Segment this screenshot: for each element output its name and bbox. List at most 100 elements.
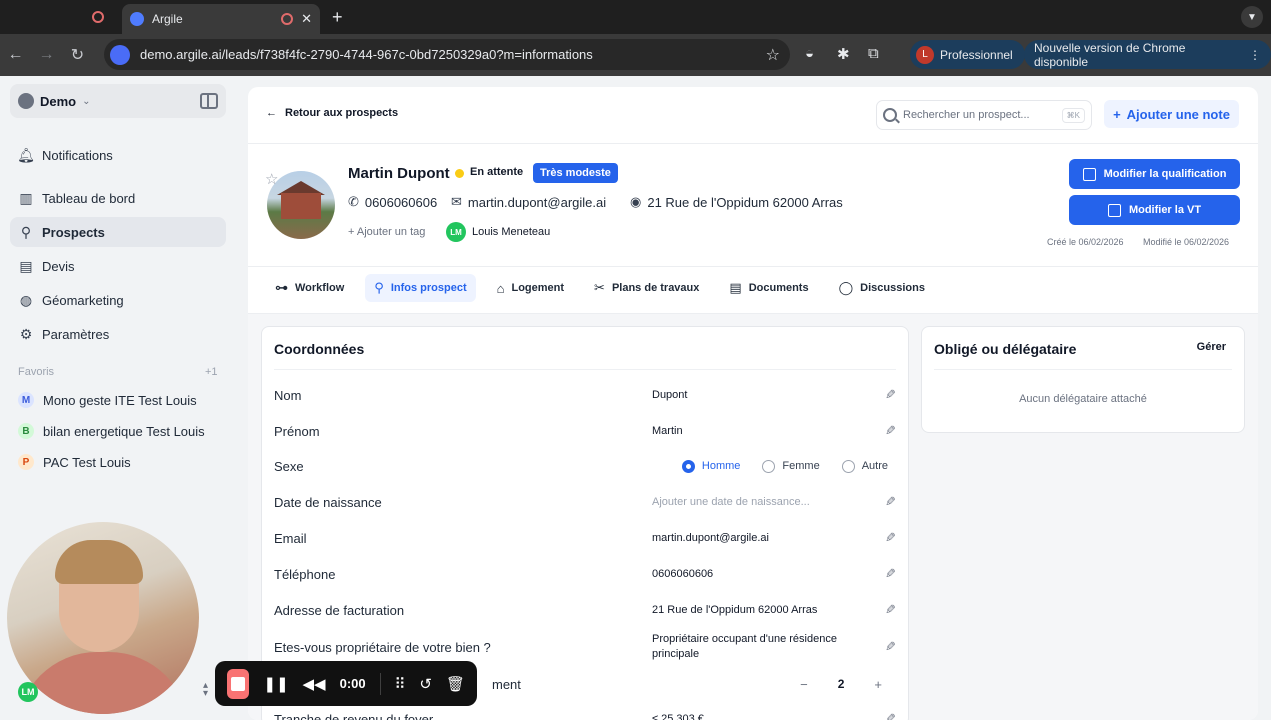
manage-delegataire-button[interactable]: Gérer xyxy=(1197,341,1226,353)
tab-discussions[interactable]: ◯ Discussions xyxy=(830,274,934,302)
pencil-icon[interactable]: ✎ xyxy=(885,602,896,618)
lead-status[interactable]: En attente xyxy=(470,166,523,178)
owner-name[interactable]: Louis Meneteau xyxy=(472,226,550,238)
stop-recording-button[interactable] xyxy=(227,668,250,699)
tab-infos-prospect[interactable]: ⚲ Infos prospect xyxy=(365,274,476,302)
sidebar-item-devis[interactable]: ▤ Devis xyxy=(10,251,226,281)
edit-vt-button[interactable]: Modifier la VT xyxy=(1069,195,1240,225)
close-tab-icon[interactable]: ✕ xyxy=(301,11,312,27)
argile-favicon-icon xyxy=(130,12,144,26)
email-value: martin.dupont@argile.ai xyxy=(467,194,607,210)
extensions-puzzle-icon[interactable]: ⧉ xyxy=(868,45,879,62)
new-tab-icon[interactable]: + xyxy=(332,7,343,28)
pencil-icon[interactable]: ✎ xyxy=(885,566,896,582)
radio-autre[interactable]: Autre xyxy=(841,459,888,473)
drag-handle-icon[interactable]: ⠿ xyxy=(394,675,405,693)
tab-documents[interactable]: ▤ Documents xyxy=(720,274,817,302)
favorite-star-icon[interactable]: ☆ xyxy=(265,170,278,188)
sidebar-toggle-icon[interactable] xyxy=(200,93,218,109)
app: Demo ⌄ 🔔︎ Notifications ▥ Tableau de bor… xyxy=(0,76,1271,720)
trash-icon[interactable]: 🗑︎ xyxy=(446,675,465,693)
tab-workflow[interactable]: ⊶ Workflow xyxy=(266,274,353,302)
add-tag-button[interactable]: + Ajouter un tag xyxy=(348,226,425,238)
back-arrow-icon[interactable]: ← xyxy=(0,46,31,64)
profile-button[interactable]: L Professionnel xyxy=(910,40,1025,69)
sidebar-item-dashboard[interactable]: ▥ Tableau de bord xyxy=(10,183,226,213)
extension-badge-icon[interactable]: ✱ xyxy=(837,45,850,63)
field-email: Email martin.dupont@argile.ai ✎ xyxy=(274,521,896,555)
reload-icon[interactable]: ↻ xyxy=(62,45,93,65)
favorite-item[interactable]: B bilan energetique Test Louis xyxy=(18,423,205,439)
chrome-update-button[interactable]: Nouvelle version de Chrome disponible ⋮ xyxy=(1024,40,1271,69)
favorites-more-count[interactable]: +1 xyxy=(205,366,218,378)
browser-tab-argile[interactable]: Argile ✕ xyxy=(122,4,320,34)
sidebar-item-prospects[interactable]: ⚲ Prospects xyxy=(10,217,226,247)
edit-qualification-button[interactable]: Modifier la qualification xyxy=(1069,159,1240,189)
prospects-icon: ⚲ xyxy=(20,223,32,240)
user-avatar[interactable]: LM xyxy=(18,682,38,702)
field-value[interactable]: Propriétaire occupant d'une résidence pr… xyxy=(652,632,866,662)
search-icon xyxy=(883,108,897,122)
pencil-icon[interactable]: ✎ xyxy=(885,423,896,439)
field-value[interactable]: martin.dupont@argile.ai xyxy=(652,531,866,546)
add-note-label: Ajouter une note xyxy=(1126,106,1230,122)
update-label: Nouvelle version de Chrome disponible xyxy=(1034,40,1186,69)
search-shortcut: ⌘K xyxy=(1061,107,1085,123)
field-value[interactable]: Dupont xyxy=(652,388,866,403)
pencil-icon[interactable]: ✎ xyxy=(885,530,896,546)
favorite-item[interactable]: P PAC Test Louis xyxy=(18,454,131,470)
bookmark-star-icon[interactable]: ☆ xyxy=(766,45,780,65)
address-bar[interactable]: demo.argile.ai/leads/f738f4fc-2790-4744-… xyxy=(104,39,790,70)
profile-label: Professionnel xyxy=(940,47,1013,62)
pencil-icon[interactable]: ✎ xyxy=(885,494,896,510)
favorite-item[interactable]: M Mono geste ITE Test Louis xyxy=(18,392,197,408)
prospect-search-input[interactable]: Rechercher un prospect... ⌘K xyxy=(876,100,1092,130)
extension-icon[interactable]: ◒ xyxy=(805,45,814,62)
profile-divider xyxy=(248,266,1258,267)
workspace-switcher[interactable]: Demo ⌄ xyxy=(10,84,226,118)
tab-label: Infos prospect xyxy=(390,282,467,294)
tab-plans-travaux[interactable]: ✂ Plans de travaux xyxy=(585,274,708,302)
sidebar-item-label: Tableau de bord xyxy=(42,190,136,206)
sidebar-item-notifications[interactable]: 🔔︎ Notifications xyxy=(10,140,226,170)
pause-icon[interactable]: ❚❚ xyxy=(263,675,288,693)
back-to-prospects-link[interactable]: ← Retour aux prospects xyxy=(266,107,398,119)
sidebar-item-parametres[interactable]: ⚙ Paramètres xyxy=(10,319,226,349)
lead-name: Martin Dupont xyxy=(348,165,450,182)
field-label: Etes-vous propriétaire de votre bien ? xyxy=(274,639,491,655)
foyer-stepper: − 2 + xyxy=(800,677,882,692)
tab-label: Workflow xyxy=(295,282,345,294)
tab-logement[interactable]: ⌂ Logement xyxy=(488,274,573,302)
pencil-icon[interactable]: ✎ xyxy=(885,711,896,720)
site-info-icon[interactable] xyxy=(110,44,130,65)
workspace-logo-icon xyxy=(18,93,34,109)
url-text: demo.argile.ai/leads/f738f4fc-2790-4744-… xyxy=(140,47,593,62)
field-value[interactable]: 21 Rue de l'Oppidum 62000 Arras xyxy=(652,603,866,618)
lead-phone[interactable]: ✆ 0606060606 xyxy=(348,194,437,210)
document-icon: ▤ xyxy=(19,257,33,274)
field-value[interactable]: ≤ 25 303 € xyxy=(652,712,866,720)
card-divider xyxy=(934,369,1232,370)
minus-icon[interactable]: − xyxy=(800,677,808,692)
pencil-icon[interactable]: ✎ xyxy=(885,639,896,655)
plus-icon[interactable]: + xyxy=(874,677,882,692)
lead-email[interactable]: ✉ martin.dupont@argile.ai xyxy=(451,194,606,210)
kebab-menu-icon[interactable]: ⋮ xyxy=(1249,48,1261,62)
add-note-button[interactable]: + Ajouter une note xyxy=(1104,100,1239,128)
radio-homme[interactable]: Homme xyxy=(681,459,740,473)
field-value[interactable]: 0606060606 xyxy=(652,567,866,582)
radio-femme[interactable]: Femme xyxy=(762,459,820,473)
rewind-icon[interactable]: ◀◀ xyxy=(303,675,326,693)
chevron-updown-icon[interactable]: ▴ ▾ xyxy=(203,681,208,699)
recording-tab-icon[interactable] xyxy=(92,11,104,23)
field-placeholder[interactable]: Ajouter une date de naissance... xyxy=(652,495,866,510)
tab-search-chevron-icon[interactable]: ▼ xyxy=(1241,6,1263,28)
pencil-icon[interactable]: ✎ xyxy=(885,387,896,403)
sidebar-item-geomarketing[interactable]: ◍ Géomarketing xyxy=(10,285,226,315)
field-value[interactable]: Martin xyxy=(652,424,866,439)
webcam-person-shirt xyxy=(17,652,189,714)
restart-icon[interactable]: ↺ xyxy=(419,675,432,693)
lead-address[interactable]: ◉ 21 Rue de l'Oppidum 62000 Arras xyxy=(630,194,843,210)
forward-arrow-icon[interactable]: → xyxy=(31,46,62,64)
gear-icon: ⚙ xyxy=(19,325,33,342)
